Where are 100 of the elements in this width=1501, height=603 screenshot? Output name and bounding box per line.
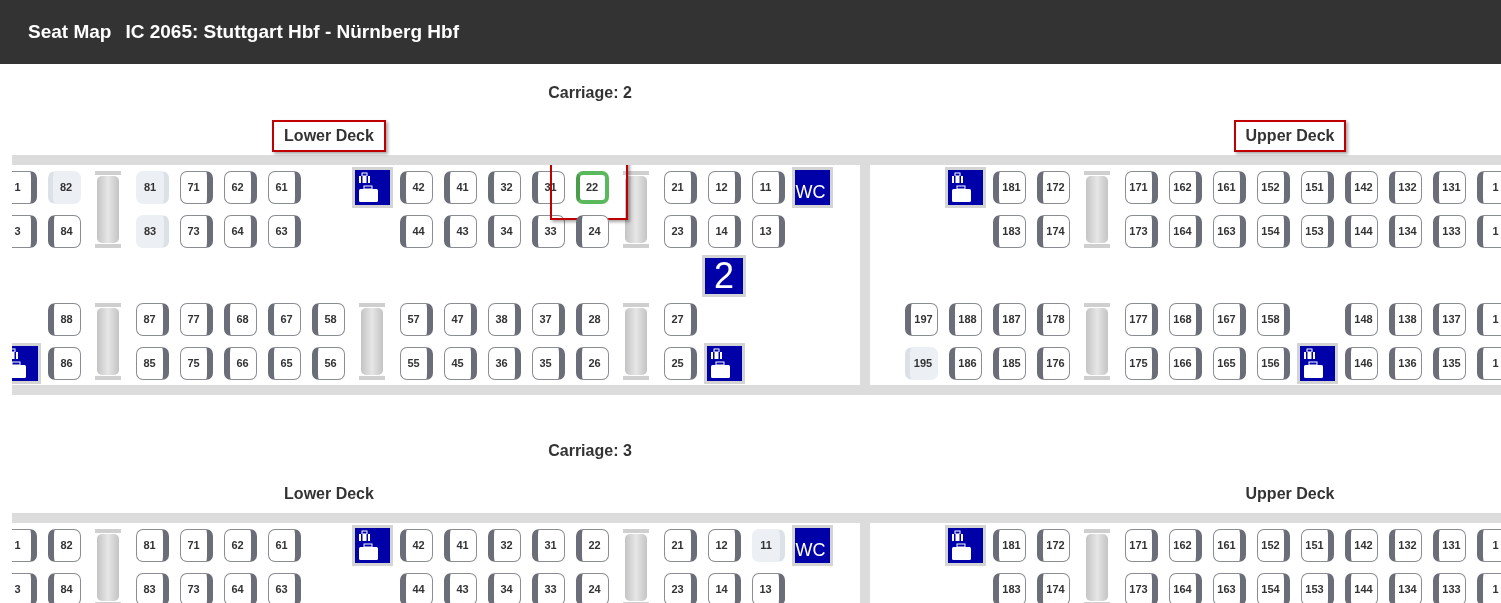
seat[interactable]: 12 bbox=[707, 529, 741, 562]
seat[interactable]: 3 bbox=[12, 573, 37, 603]
seat[interactable]: 154 bbox=[1256, 573, 1290, 603]
seat[interactable]: 22 bbox=[575, 529, 609, 562]
seat[interactable]: 33 bbox=[531, 215, 565, 248]
seat[interactable]: 181 bbox=[992, 529, 1026, 562]
seat[interactable]: 82 bbox=[47, 529, 81, 562]
seat[interactable]: 44 bbox=[399, 573, 433, 603]
seat[interactable]: 162 bbox=[1168, 529, 1202, 562]
seat[interactable]: 154 bbox=[1256, 215, 1290, 248]
seat[interactable]: 153 bbox=[1300, 215, 1334, 248]
seat[interactable]: 23 bbox=[663, 573, 697, 603]
seat[interactable]: 24 bbox=[575, 573, 609, 603]
seat[interactable]: 152 bbox=[1256, 529, 1290, 562]
seat[interactable]: 37 bbox=[531, 303, 565, 336]
seat[interactable]: 131 bbox=[1432, 529, 1466, 562]
seat[interactable]: 172 bbox=[1036, 529, 1070, 562]
seat[interactable]: 81 bbox=[135, 171, 169, 204]
seat[interactable]: 81 bbox=[135, 529, 169, 562]
seat[interactable]: 73 bbox=[179, 573, 213, 603]
seat[interactable]: 151 bbox=[1300, 171, 1334, 204]
seat[interactable]: 34 bbox=[487, 215, 521, 248]
seat[interactable]: 132 bbox=[1388, 529, 1422, 562]
seat[interactable]: 163 bbox=[1212, 215, 1246, 248]
seat[interactable]: 55 bbox=[399, 347, 433, 380]
seat[interactable]: 87 bbox=[135, 303, 169, 336]
seat[interactable]: 83 bbox=[135, 573, 169, 603]
seat[interactable]: 153 bbox=[1300, 573, 1334, 603]
seat[interactable]: 168 bbox=[1168, 303, 1202, 336]
seat[interactable]: 133 bbox=[1432, 573, 1466, 603]
seat[interactable]: 41 bbox=[443, 171, 477, 204]
seat[interactable]: 62 bbox=[223, 171, 257, 204]
seat[interactable]: 1 bbox=[1476, 573, 1501, 603]
seat[interactable]: 77 bbox=[179, 303, 213, 336]
seat[interactable]: 26 bbox=[575, 347, 609, 380]
seat[interactable]: 195 bbox=[904, 347, 938, 380]
seat[interactable]: 82 bbox=[47, 171, 81, 204]
seat[interactable]: 42 bbox=[399, 171, 433, 204]
seat[interactable]: 86 bbox=[47, 347, 81, 380]
seat[interactable]: 1 bbox=[12, 529, 37, 562]
seat[interactable]: 11 bbox=[751, 529, 785, 562]
seat[interactable]: 131 bbox=[1432, 171, 1466, 204]
seat[interactable]: 164 bbox=[1168, 215, 1202, 248]
seat[interactable]: 163 bbox=[1212, 573, 1246, 603]
seat[interactable]: 22 bbox=[575, 171, 609, 204]
seat[interactable]: 176 bbox=[1036, 347, 1070, 380]
seat[interactable]: 11 bbox=[751, 171, 785, 204]
seat[interactable]: 35 bbox=[531, 347, 565, 380]
seat[interactable]: 42 bbox=[399, 529, 433, 562]
seat[interactable]: 66 bbox=[223, 347, 257, 380]
seat[interactable]: 63 bbox=[267, 573, 301, 603]
seat[interactable]: 38 bbox=[487, 303, 521, 336]
seat[interactable]: 33 bbox=[531, 573, 565, 603]
seat[interactable]: 185 bbox=[992, 347, 1026, 380]
seat[interactable]: 134 bbox=[1388, 215, 1422, 248]
seat[interactable]: 183 bbox=[992, 215, 1026, 248]
seat[interactable]: 135 bbox=[1432, 347, 1466, 380]
seat[interactable]: 64 bbox=[223, 573, 257, 603]
seat[interactable]: 144 bbox=[1344, 573, 1378, 603]
seat[interactable]: 28 bbox=[575, 303, 609, 336]
seat[interactable]: 137 bbox=[1432, 303, 1466, 336]
seat[interactable]: 58 bbox=[311, 303, 345, 336]
seat[interactable]: 156 bbox=[1256, 347, 1290, 380]
seat[interactable]: 173 bbox=[1124, 215, 1158, 248]
seat[interactable]: 132 bbox=[1388, 171, 1422, 204]
seat[interactable]: 162 bbox=[1168, 171, 1202, 204]
seat[interactable]: 63 bbox=[267, 215, 301, 248]
seat[interactable]: 197 bbox=[904, 303, 938, 336]
seat[interactable]: 44 bbox=[399, 215, 433, 248]
seat[interactable]: 1 bbox=[1476, 347, 1501, 380]
seat[interactable]: 3 bbox=[12, 215, 37, 248]
seat[interactable]: 68 bbox=[223, 303, 257, 336]
seat[interactable]: 41 bbox=[443, 529, 477, 562]
seat[interactable]: 57 bbox=[399, 303, 433, 336]
seat[interactable]: 165 bbox=[1212, 347, 1246, 380]
seat[interactable]: 61 bbox=[267, 171, 301, 204]
seat[interactable]: 83 bbox=[135, 215, 169, 248]
seat[interactable]: 32 bbox=[487, 529, 521, 562]
seat[interactable]: 187 bbox=[992, 303, 1026, 336]
seat[interactable]: 14 bbox=[707, 215, 741, 248]
seat[interactable]: 1 bbox=[1476, 529, 1501, 562]
seat[interactable]: 178 bbox=[1036, 303, 1070, 336]
seat[interactable]: 138 bbox=[1388, 303, 1422, 336]
seat[interactable]: 84 bbox=[47, 573, 81, 603]
seat[interactable]: 151 bbox=[1300, 529, 1334, 562]
seat[interactable]: 13 bbox=[751, 573, 785, 603]
seat[interactable]: 88 bbox=[47, 303, 81, 336]
seat[interactable]: 133 bbox=[1432, 215, 1466, 248]
seat[interactable]: 24 bbox=[575, 215, 609, 248]
seat[interactable]: 47 bbox=[443, 303, 477, 336]
seat[interactable]: 43 bbox=[443, 573, 477, 603]
seat[interactable]: 23 bbox=[663, 215, 697, 248]
seat[interactable]: 85 bbox=[135, 347, 169, 380]
seat[interactable]: 142 bbox=[1344, 529, 1378, 562]
seat[interactable]: 73 bbox=[179, 215, 213, 248]
seat[interactable]: 21 bbox=[663, 529, 697, 562]
seat[interactable]: 1 bbox=[1476, 303, 1501, 336]
seat[interactable]: 183 bbox=[992, 573, 1026, 603]
seat[interactable]: 1 bbox=[1476, 215, 1501, 248]
seat[interactable]: 188 bbox=[948, 303, 982, 336]
